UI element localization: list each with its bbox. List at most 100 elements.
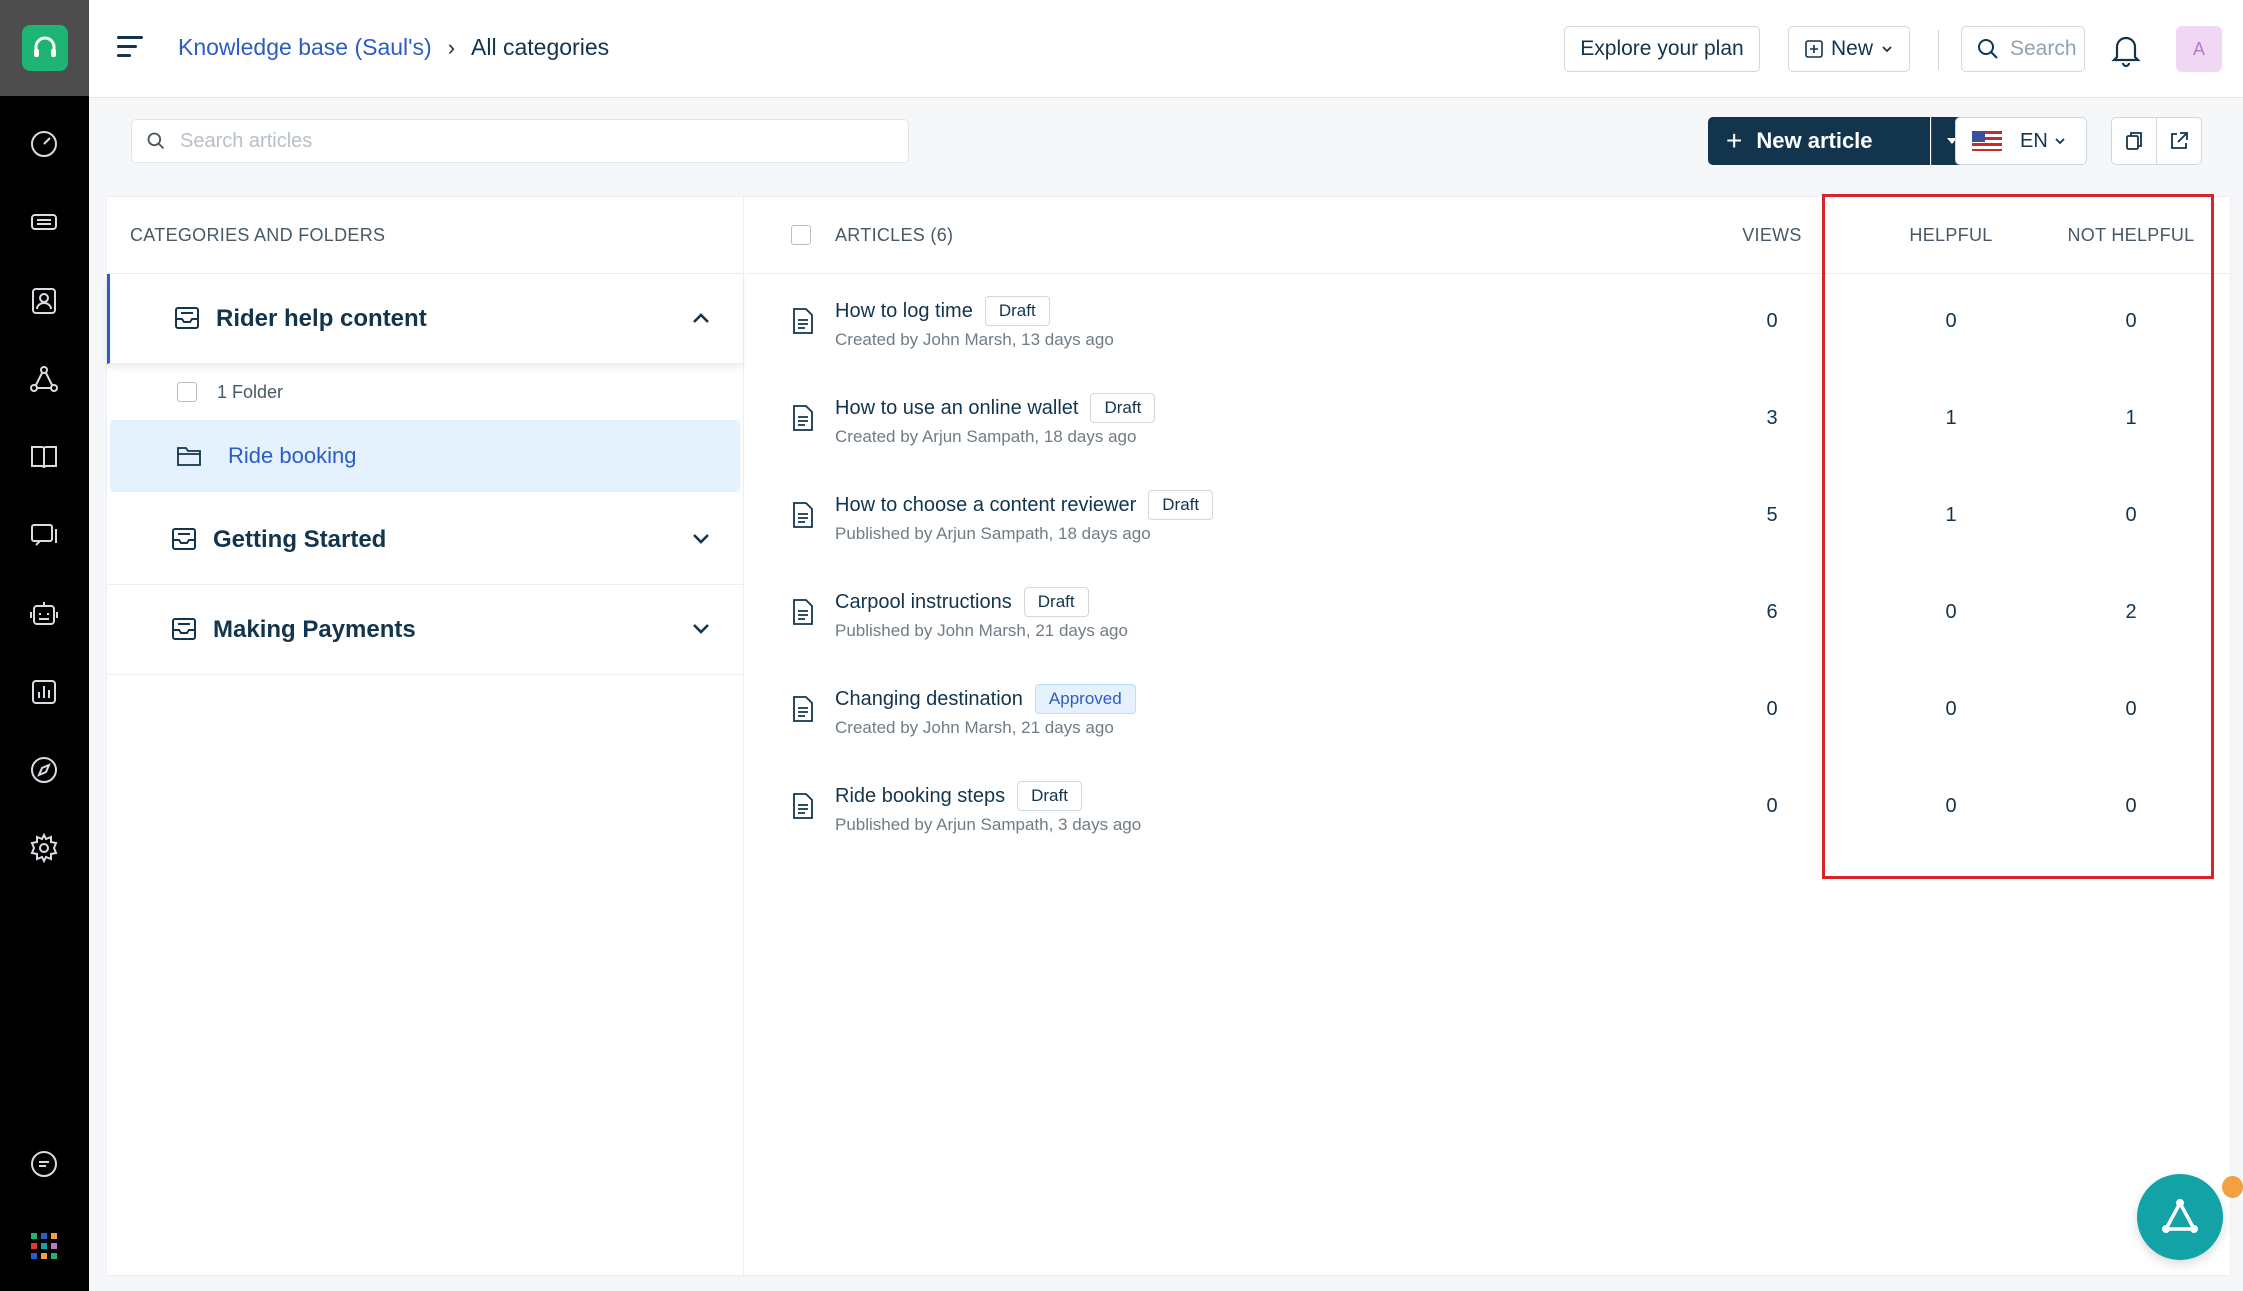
breadcrumb-knowledge-base-link[interactable]: Knowledge base (Saul's) bbox=[178, 34, 432, 61]
explore-plan-button[interactable]: Explore your plan bbox=[1564, 26, 1760, 72]
open-portal-button[interactable] bbox=[2156, 117, 2202, 165]
folder-icon bbox=[177, 447, 201, 466]
dashboard-icon[interactable] bbox=[24, 124, 64, 164]
table-row[interactable]: How to log time Draft Created by John Mar… bbox=[745, 274, 2231, 371]
table-row[interactable]: How to choose a content reviewer Draft Pu… bbox=[745, 468, 2231, 565]
us-flag-icon bbox=[1972, 131, 2002, 151]
inbox-tray-icon bbox=[172, 528, 196, 550]
helpful-count: 0 bbox=[1945, 601, 1957, 623]
document-icon bbox=[793, 308, 813, 334]
notification-bell-icon[interactable] bbox=[2107, 30, 2145, 68]
document-icon bbox=[793, 502, 813, 528]
document-icon bbox=[793, 793, 813, 819]
assistant-fab-button[interactable] bbox=[2137, 1174, 2223, 1260]
article-title[interactable]: Carpool instructions bbox=[835, 591, 1012, 614]
categories-header: CATEGORIES AND FOLDERS bbox=[107, 197, 743, 274]
chevron-up-icon[interactable] bbox=[691, 308, 711, 328]
headset-logo-icon bbox=[21, 25, 68, 71]
external-link-icon bbox=[2171, 132, 2188, 149]
not-helpful-column-header[interactable]: NOT HELPFUL bbox=[2061, 225, 2201, 246]
book-icon[interactable] bbox=[24, 437, 64, 477]
tickets-icon[interactable] bbox=[24, 202, 64, 242]
app-logo[interactable] bbox=[0, 0, 89, 96]
helpful-count: 1 bbox=[1945, 407, 1957, 429]
copy-icon bbox=[2126, 132, 2142, 150]
compass-icon[interactable] bbox=[24, 750, 64, 790]
table-row[interactable]: Carpool instructions Draft Published by J… bbox=[745, 565, 2231, 662]
category-making-payments[interactable]: Making Payments bbox=[107, 585, 743, 675]
search-articles-input[interactable] bbox=[180, 129, 880, 153]
article-title[interactable]: How to choose a content reviewer bbox=[835, 494, 1136, 517]
select-folders-checkbox[interactable] bbox=[177, 382, 197, 402]
global-search-button[interactable]: Search bbox=[1961, 26, 2085, 72]
views-column-header[interactable]: VIEWS bbox=[1717, 225, 1827, 246]
reports-icon[interactable] bbox=[24, 672, 64, 712]
article-title[interactable]: How to use an online wallet bbox=[835, 397, 1078, 420]
category-getting-started[interactable]: Getting Started bbox=[107, 495, 743, 585]
new-article-button[interactable]: + New article bbox=[1708, 117, 1930, 165]
language-selector[interactable]: EN bbox=[1955, 117, 2087, 165]
new-dropdown-button[interactable]: New bbox=[1788, 26, 1910, 72]
article-meta: Created by John Marsh, 21 days ago bbox=[835, 718, 1114, 737]
views-count: 6 bbox=[1766, 601, 1778, 623]
menu-icon[interactable] bbox=[117, 36, 143, 62]
articles-table-header: ARTICLES (6) VIEWS HELPFUL NOT HELPFUL bbox=[745, 197, 2231, 274]
helpful-count: 0 bbox=[1945, 310, 1957, 332]
category-label: Rider help content bbox=[216, 304, 427, 332]
folder-label: Ride booking bbox=[228, 443, 357, 468]
top-header: Knowledge base (Saul's) › All categories… bbox=[89, 0, 2243, 98]
views-count: 5 bbox=[1766, 504, 1778, 526]
apps-grid-icon[interactable] bbox=[24, 1226, 64, 1266]
article-meta: Published by John Marsh, 21 days ago bbox=[835, 621, 1128, 640]
helpful-column-header[interactable]: HELPFUL bbox=[1896, 225, 2006, 246]
views-count: 0 bbox=[1766, 698, 1778, 720]
left-nav-rail bbox=[0, 0, 89, 1291]
status-badge: Approved bbox=[1034, 684, 1136, 714]
header-divider bbox=[1938, 30, 1939, 70]
helpful-count: 1 bbox=[1945, 504, 1957, 526]
chevron-down-icon[interactable] bbox=[691, 529, 711, 549]
chevron-down-icon bbox=[1882, 46, 1892, 53]
select-all-articles-checkbox[interactable] bbox=[791, 225, 811, 245]
table-row[interactable]: Changing destination Approved Created by … bbox=[745, 662, 2231, 759]
not-helpful-count: 0 bbox=[2125, 504, 2137, 526]
notification-dot bbox=[2222, 1176, 2243, 1198]
contacts-icon[interactable] bbox=[24, 281, 64, 321]
table-row[interactable]: Ride booking steps Draft Published by Arj… bbox=[745, 759, 2231, 856]
plus-icon: + bbox=[1726, 125, 1743, 156]
chevron-right-icon: › bbox=[447, 34, 456, 60]
status-badge: Draft bbox=[984, 296, 1050, 326]
article-title[interactable]: Changing destination bbox=[835, 688, 1023, 711]
status-badge: Draft bbox=[1023, 587, 1089, 617]
folder-ride-booking[interactable]: Ride booking bbox=[110, 420, 740, 492]
copy-link-button[interactable] bbox=[2111, 117, 2157, 165]
plus-square-icon bbox=[1805, 40, 1823, 58]
assistant-network-icon bbox=[2162, 1199, 2198, 1233]
article-meta: Published by Arjun Sampath, 18 days ago bbox=[835, 524, 1151, 543]
not-helpful-count: 0 bbox=[2125, 795, 2137, 817]
status-badge: Draft bbox=[1148, 490, 1214, 520]
article-title[interactable]: Ride booking steps bbox=[835, 785, 1005, 808]
table-row[interactable]: How to use an online wallet Draft Created… bbox=[745, 371, 2231, 468]
article-search-box[interactable] bbox=[131, 119, 909, 163]
chevron-down-icon[interactable] bbox=[691, 619, 711, 639]
folder-count-label: 1 Folder bbox=[217, 381, 284, 402]
inbox-tray-icon bbox=[172, 618, 196, 640]
robot-icon[interactable] bbox=[24, 594, 64, 634]
article-meta: Created by John Marsh, 13 days ago bbox=[835, 330, 1114, 349]
views-count: 3 bbox=[1766, 407, 1778, 429]
feedback-icon[interactable] bbox=[24, 1144, 64, 1184]
category-rider-help-content[interactable]: Rider help content bbox=[107, 274, 743, 364]
article-title[interactable]: How to log time bbox=[835, 300, 973, 323]
new-label: New bbox=[1830, 37, 1873, 60]
document-icon bbox=[793, 696, 813, 722]
not-helpful-count: 2 bbox=[2125, 601, 2137, 623]
user-avatar[interactable]: A bbox=[2176, 26, 2222, 72]
status-badge: Draft bbox=[1017, 781, 1082, 811]
breadcrumb: Knowledge base (Saul's) › All categories bbox=[178, 34, 609, 61]
network-icon[interactable] bbox=[24, 359, 64, 399]
language-label: EN bbox=[2020, 129, 2048, 152]
articles-toolbar: + New article EN bbox=[89, 98, 2243, 184]
settings-icon[interactable] bbox=[24, 828, 64, 868]
chat-icon[interactable] bbox=[24, 515, 64, 555]
